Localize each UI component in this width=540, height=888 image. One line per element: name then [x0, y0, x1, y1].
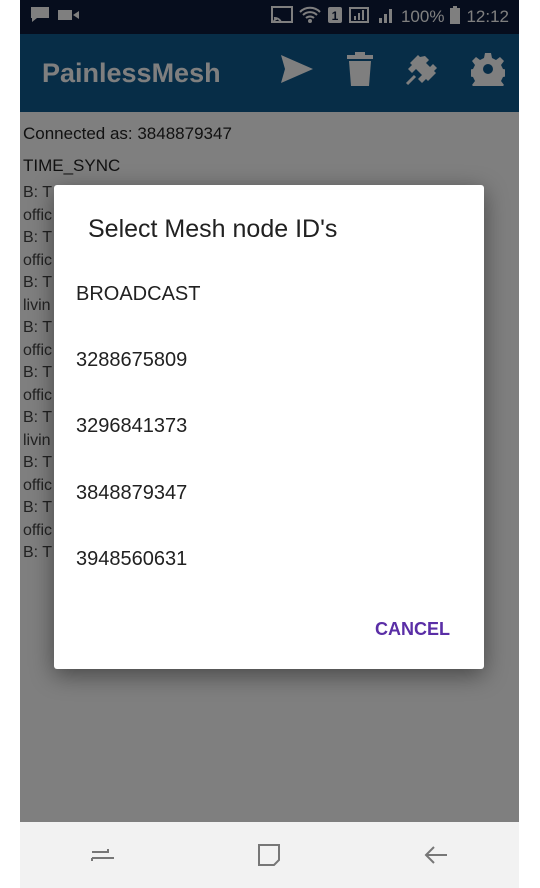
option-node-id[interactable]: 3296841373 — [76, 401, 462, 451]
option-broadcast[interactable]: BROADCAST — [76, 269, 462, 319]
home-icon[interactable] — [254, 840, 284, 870]
option-node-id[interactable]: 3288675809 — [76, 335, 462, 385]
option-node-id[interactable]: 3848879347 — [76, 468, 462, 518]
recent-apps-icon[interactable] — [88, 840, 118, 870]
select-node-dialog: Select Mesh node ID's BROADCAST 32886758… — [54, 185, 484, 669]
dialog-title: Select Mesh node ID's — [88, 215, 338, 243]
cancel-button[interactable]: CANCEL — [375, 619, 450, 640]
back-icon[interactable] — [421, 840, 451, 870]
option-node-id[interactable]: 3948560631 — [76, 534, 462, 584]
navigation-bar — [20, 822, 519, 888]
phone-screen: 1 100% 12:12 PainlessMesh — [20, 0, 519, 888]
